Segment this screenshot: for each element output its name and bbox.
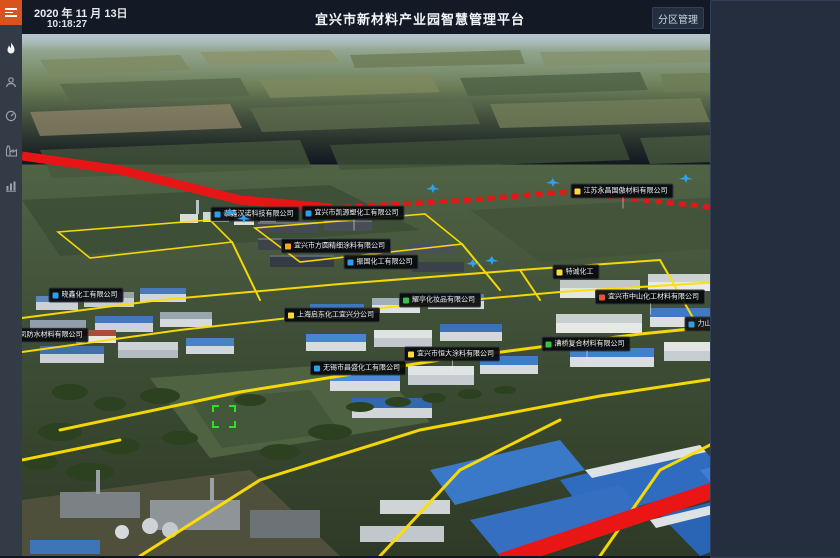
company-marker-icon	[306, 210, 312, 216]
label-stem	[353, 220, 354, 231]
company-label-text: 宜兴市凯源塑化工有限公司	[315, 210, 399, 217]
bar-chart-icon[interactable]	[0, 173, 22, 199]
factory-icon[interactable]	[0, 138, 22, 164]
company-label[interactable]: 宜兴市方圆精细涂料有限公司	[281, 239, 391, 254]
scene-management-button[interactable]: 场景管理	[710, 0, 840, 558]
label-stem	[622, 198, 623, 209]
gauge-icon[interactable]	[0, 103, 22, 129]
top-bar: 2020 年 11 月 13日 10:18:27 宜兴市新材料产业园智慧管理平台…	[0, 0, 840, 34]
company-label-text: 泰鑫汉诺科技有限公司	[224, 211, 294, 218]
company-label-text: 振国化工有限公司	[357, 259, 413, 266]
user-icon[interactable]	[0, 69, 22, 95]
company-marker-icon	[557, 269, 563, 275]
page-title: 宜兴市新材料产业园智慧管理平台	[315, 9, 525, 28]
company-label[interactable]: 宜兴市凯源塑化工有限公司	[302, 206, 405, 221]
company-marker-icon	[575, 188, 581, 194]
company-label[interactable]: 无锡市昌盛化工有限公司	[310, 361, 406, 376]
company-label[interactable]: 特诚化工	[553, 265, 600, 280]
label-stem	[650, 304, 651, 315]
company-marker-icon	[599, 294, 605, 300]
main-menu-button[interactable]	[0, 0, 22, 25]
company-label-text: 特诚化工	[566, 269, 594, 276]
company-label[interactable]: 上海启东化工宜兴分公司	[284, 308, 380, 323]
tool-sidebar	[0, 25, 22, 556]
company-marker-icon	[314, 365, 320, 371]
company-marker-icon	[408, 351, 414, 357]
company-label-text: 丹凤防水材料有限公司	[13, 332, 83, 339]
company-label-text: 上海启东化工宜兴分公司	[297, 312, 374, 319]
zone-management-button[interactable]: 分区管理	[652, 7, 704, 29]
company-label[interactable]: 宜兴市恒大涂料有限公司	[404, 347, 500, 362]
company-label[interactable]: 漕桥复合材料有限公司	[542, 337, 631, 352]
company-label[interactable]: 耀亭化妆品有限公司	[399, 293, 481, 308]
company-marker-icon	[546, 341, 552, 347]
company-marker-icon	[403, 297, 409, 303]
company-label-text: 耀亭化妆品有限公司	[412, 297, 475, 304]
company-marker-icon	[285, 243, 291, 249]
company-label[interactable]: 宜兴市中山化工材料有限公司	[595, 290, 705, 305]
company-label-text: 宜兴市中山化工材料有限公司	[608, 294, 699, 301]
flame-icon[interactable]	[0, 35, 22, 61]
company-label[interactable]: 振国化工有限公司	[344, 255, 419, 270]
company-label[interactable]: 晓鑫化工有限公司	[49, 288, 124, 303]
company-marker-icon	[215, 211, 221, 217]
menu-icon	[5, 8, 17, 17]
company-label-text: 宜兴市恒大涂料有限公司	[417, 351, 494, 358]
company-label[interactable]: 泰鑫汉诺科技有限公司	[211, 207, 300, 222]
company-label[interactable]: 江苏永昌国傲材料有限公司	[571, 184, 674, 199]
company-label-text: 宜兴市方圆精细涂料有限公司	[294, 243, 385, 250]
time-label: 10:18:27	[47, 19, 87, 30]
label-stem	[586, 351, 587, 362]
company-label-text: 晓鑫化工有限公司	[62, 292, 118, 299]
company-marker-icon	[348, 259, 354, 265]
label-stem	[452, 361, 453, 372]
company-label-text: 江苏永昌国傲材料有限公司	[584, 188, 668, 195]
company-label-text: 漕桥复合材料有限公司	[555, 341, 625, 348]
company-marker-icon	[53, 292, 59, 298]
company-marker-icon	[288, 312, 294, 318]
company-label-text: 无锡市昌盛化工有限公司	[323, 365, 400, 372]
company-marker-icon	[689, 321, 695, 327]
